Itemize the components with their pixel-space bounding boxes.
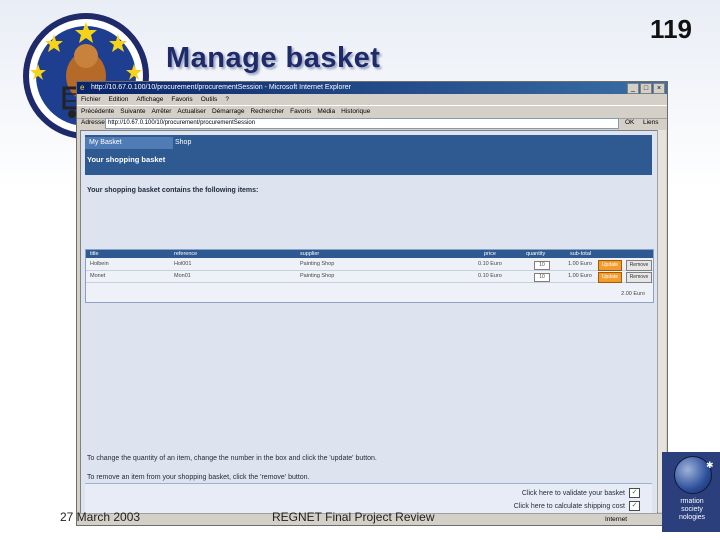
calculate-shipping-link[interactable]: Click here to calculate shipping cost ✓	[514, 501, 640, 511]
menu-item-file[interactable]: Fichier	[81, 95, 101, 105]
cell-supplier: Painting Shop	[300, 273, 335, 279]
menu-bar: Fichier Edition Affichage Favoris Outils…	[77, 95, 667, 105]
slide-number: 119	[650, 14, 692, 44]
footer-date: 27 March 2003	[60, 510, 141, 524]
information-society-badge: ✱ rmation society nologies	[662, 452, 720, 532]
tab-my-basket[interactable]: My Basket	[85, 137, 173, 149]
cell-price: 0.10 Euro	[478, 261, 502, 267]
cell-reference: Hol001	[174, 261, 192, 267]
cell-price: 0.10 Euro	[478, 273, 502, 279]
badge-text-line: nologies	[678, 514, 706, 521]
quantity-input[interactable]: 10	[534, 261, 550, 270]
calculate-shipping-label: Click here to calculate shipping cost	[513, 502, 625, 510]
status-zone: Internet	[604, 516, 627, 523]
column-header-subtotal: sub-total	[570, 251, 592, 257]
minimize-icon[interactable]: _	[627, 83, 639, 94]
page-header: My Basket Shop Your shopping basket	[85, 135, 652, 175]
links-button[interactable]: Liens	[643, 117, 659, 129]
quantity-input[interactable]: 10	[534, 273, 550, 282]
column-header-quantity: quantity	[526, 251, 546, 257]
tab-shop[interactable]: Shop	[175, 137, 191, 149]
address-label: Adresse	[81, 119, 105, 126]
column-header-supplier: supplier	[300, 251, 320, 257]
badge-text-line: rmation	[680, 498, 704, 505]
badge-text-line: society	[681, 506, 703, 513]
cell-supplier: Painting Shop	[300, 261, 335, 267]
window-titlebar: e http://10.67.0.100/10/procurement/proc…	[77, 82, 667, 94]
menu-item-view[interactable]: Affichage	[136, 95, 163, 105]
page-viewport: My Basket Shop Your shopping basket Your…	[80, 130, 658, 514]
instruction-quantity: To change the quantity of an item, chang…	[87, 455, 377, 462]
table-header-row: title reference supplier price quantity …	[86, 250, 653, 258]
checkmark-icon[interactable]: ✓	[629, 488, 640, 498]
column-header-reference: reference	[174, 251, 198, 257]
basket-intro-text: Your shopping basket contains the follow…	[87, 187, 259, 194]
column-header-title: title	[90, 251, 99, 257]
menu-item-favorites[interactable]: Favoris	[171, 95, 192, 105]
maximize-icon[interactable]: □	[640, 83, 652, 94]
internet-explorer-icon: e	[80, 83, 85, 92]
checkmark-icon[interactable]: ✓	[629, 501, 640, 511]
column-header-price: price	[484, 251, 496, 257]
go-button[interactable]: OK	[625, 117, 634, 129]
window-controls: _ □ ×	[627, 83, 665, 94]
menu-item-edit[interactable]: Edition	[109, 95, 129, 105]
update-button[interactable]: Update	[598, 272, 622, 283]
menu-item-tools[interactable]: Outils	[201, 95, 218, 105]
browser-window: e http://10.67.0.100/10/procurement/proc…	[76, 81, 668, 526]
close-icon[interactable]: ×	[653, 83, 665, 94]
remove-button[interactable]: Remove	[626, 272, 652, 283]
footer-title: REGNET Final Project Review	[272, 510, 435, 524]
cell-title: Monet	[90, 273, 106, 279]
validate-basket-link[interactable]: Click here to validate your basket ✓	[522, 488, 640, 498]
cell-reference: Mon01	[174, 273, 191, 279]
table-row: Holbein Hol001 Painting Shop 0.10 Euro 1…	[86, 259, 653, 271]
window-title: http://10.67.0.100/10/procurement/procur…	[91, 84, 351, 91]
basket-items-table: title reference supplier price quantity …	[85, 249, 654, 303]
basket-total: 2.00 Euro	[621, 291, 645, 297]
cell-subtotal: 1.00 Euro	[568, 273, 592, 279]
slide-title: Manage basket	[166, 42, 381, 74]
table-row: Monet Mon01 Painting Shop 0.10 Euro 10 1…	[86, 271, 653, 283]
badge-text: rmation society nologies	[664, 498, 720, 522]
update-button[interactable]: Update	[598, 260, 622, 271]
address-input[interactable]: http://10.67.0.100/10/procurement/procur…	[105, 118, 619, 129]
address-bar: Adresse http://10.67.0.100/10/procuremen…	[77, 117, 667, 129]
star-icon: ✱	[706, 460, 714, 470]
menu-item-help[interactable]: ?	[225, 95, 229, 105]
validate-basket-label: Click here to validate your basket	[521, 489, 625, 497]
remove-button[interactable]: Remove	[626, 260, 652, 271]
basket-heading: Your shopping basket	[87, 155, 166, 164]
instruction-remove: To remove an item from your shopping bas…	[87, 474, 310, 481]
cell-title: Holbein	[90, 261, 109, 267]
cell-subtotal: 1.00 Euro	[568, 261, 592, 267]
